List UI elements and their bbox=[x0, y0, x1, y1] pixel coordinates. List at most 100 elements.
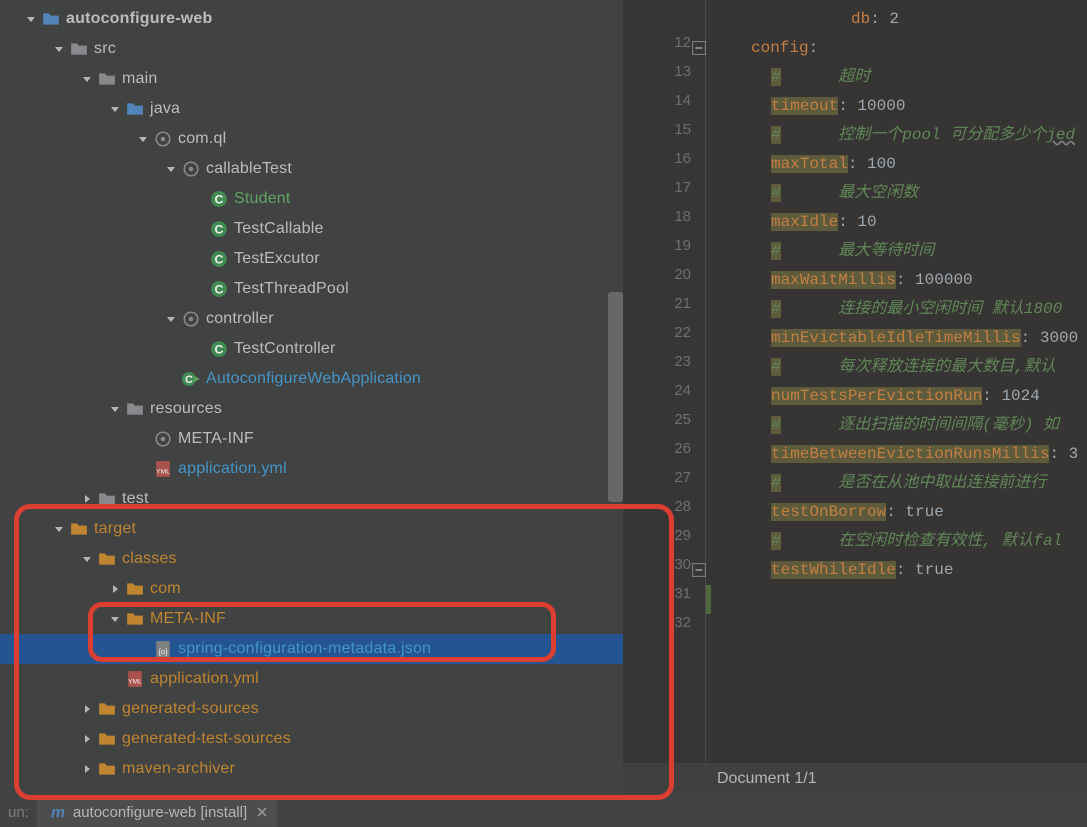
tree-row[interactable]: CTestExcutor bbox=[0, 244, 623, 274]
gutter-line-number[interactable]: 29 bbox=[631, 527, 691, 544]
code-line[interactable]: # 在空闲时检查有效性, 默认fal bbox=[771, 527, 1062, 556]
code-line[interactable]: # 超时 bbox=[771, 63, 870, 92]
gutter-line-number[interactable]: 18 bbox=[631, 208, 691, 225]
tree-row[interactable]: controller bbox=[0, 304, 623, 334]
code-line[interactable]: maxIdle: 10 bbox=[771, 208, 877, 237]
tree-row[interactable]: com.ql bbox=[0, 124, 623, 154]
code-line[interactable]: testOnBorrow: true bbox=[771, 498, 944, 527]
gutter-line-number[interactable]: 30 bbox=[631, 556, 691, 573]
tree-row[interactable]: CAutoconfigureWebApplication bbox=[0, 364, 623, 394]
chevron-down-icon[interactable] bbox=[164, 314, 178, 324]
gutter-line-number[interactable]: 23 bbox=[631, 353, 691, 370]
chevron-down-icon[interactable] bbox=[52, 524, 66, 534]
code-line[interactable]: # 最大空闲数 bbox=[771, 179, 918, 208]
chevron-down-icon[interactable] bbox=[80, 74, 94, 84]
gutter-line-number[interactable]: 20 bbox=[631, 266, 691, 283]
code-line[interactable]: maxWaitMillis: 100000 bbox=[771, 266, 973, 295]
code-token: : bbox=[870, 10, 889, 28]
class-icon: C bbox=[210, 280, 228, 298]
chevron-down-icon[interactable] bbox=[108, 104, 122, 114]
project-tree[interactable]: autoconfigure-web src mainjavacom.qlcallab… bbox=[0, 0, 623, 784]
gutter-line-number[interactable]: 16 bbox=[631, 150, 691, 167]
chevron-down-icon[interactable] bbox=[164, 164, 178, 174]
tree-row[interactable]: target bbox=[0, 514, 623, 544]
fold-toggle-icon[interactable] bbox=[692, 563, 706, 577]
gutter-line-number[interactable]: 26 bbox=[631, 440, 691, 457]
tree-row[interactable]: autoconfigure-web bbox=[0, 4, 623, 34]
current-line-highlight bbox=[711, 581, 1087, 610]
chevron-right-icon[interactable] bbox=[108, 584, 122, 594]
gutter-line-number[interactable]: 21 bbox=[631, 295, 691, 312]
code-line[interactable]: minEvictableIdleTimeMillis: 3000 bbox=[771, 324, 1078, 353]
gutter-line-number[interactable]: 22 bbox=[631, 324, 691, 341]
gutter-line-number[interactable]: 28 bbox=[631, 498, 691, 515]
tree-row[interactable]: com bbox=[0, 574, 623, 604]
tree-row[interactable]: YMLapplication.yml bbox=[0, 454, 623, 484]
tree-row[interactable]: test bbox=[0, 484, 623, 514]
gutter-line-number[interactable]: 27 bbox=[631, 469, 691, 486]
code-line[interactable]: numTestsPerEvictionRun: 1024 bbox=[771, 382, 1040, 411]
gutter-line-number[interactable]: 32 bbox=[631, 614, 691, 631]
code-line[interactable]: maxTotal: 100 bbox=[771, 150, 896, 179]
gutter-line-number[interactable]: 12 bbox=[631, 34, 691, 51]
run-tab[interactable]: m autoconfigure-web [install] bbox=[37, 797, 277, 827]
code-line[interactable]: timeBetweenEvictionRunsMillis: 3 bbox=[771, 440, 1078, 469]
gutter-line-number[interactable]: 25 bbox=[631, 411, 691, 428]
code-line[interactable]: timeout: 10000 bbox=[771, 92, 905, 121]
chevron-down-icon[interactable] bbox=[136, 134, 150, 144]
gutter-line-number[interactable]: 31 bbox=[631, 585, 691, 602]
code-token: maxWaitMillis bbox=[771, 271, 896, 289]
code-line[interactable]: config: bbox=[751, 34, 818, 63]
chevron-down-icon[interactable] bbox=[80, 554, 94, 564]
tree-row[interactable]: generated-test-sources bbox=[0, 724, 623, 754]
tree-item-label: src bbox=[94, 40, 116, 58]
tree-row[interactable]: CTestController bbox=[0, 334, 623, 364]
gutter-line-number[interactable]: 17 bbox=[631, 179, 691, 196]
tree-row[interactable]: META-INF bbox=[0, 604, 623, 634]
tree-row[interactable]: CStudent bbox=[0, 184, 623, 214]
tree-row[interactable]: classes bbox=[0, 544, 623, 574]
chevron-down-icon[interactable] bbox=[108, 614, 122, 624]
tree-row[interactable]: main bbox=[0, 64, 623, 94]
code-line[interactable]: # 控制一个pool 可分配多少个jed bbox=[771, 121, 1075, 150]
chevron-right-icon[interactable] bbox=[80, 734, 94, 744]
code-token: : bbox=[1021, 329, 1040, 347]
tree-row[interactable]: java bbox=[0, 94, 623, 124]
tree-row[interactable]: {o}spring-configuration-metadata.json bbox=[0, 634, 623, 664]
chevron-right-icon[interactable] bbox=[80, 764, 94, 774]
tree-row[interactable]: resources bbox=[0, 394, 623, 424]
gutter-line-number[interactable]: 24 bbox=[631, 382, 691, 399]
close-icon[interactable] bbox=[257, 804, 267, 821]
code-token: # bbox=[771, 532, 781, 550]
gutter-line-number[interactable]: 13 bbox=[631, 63, 691, 80]
chevron-down-icon[interactable] bbox=[108, 404, 122, 414]
project-tree-scrollbar[interactable] bbox=[608, 292, 623, 502]
code-token: 1024 bbox=[1001, 387, 1039, 405]
code-token bbox=[781, 416, 839, 434]
ide-root: { "project": { "name": "autoconfigure-we… bbox=[0, 0, 1087, 827]
tree-row[interactable]: generated-sources bbox=[0, 694, 623, 724]
code-line[interactable]: # 连接的最小空闲时间 默认1800 bbox=[771, 295, 1062, 324]
tree-row[interactable]: CTestThreadPool bbox=[0, 274, 623, 304]
gutter-line-number[interactable]: 15 bbox=[631, 121, 691, 138]
code-line[interactable]: # 是否在从池中取出连接前进行 bbox=[771, 469, 1046, 498]
code-line[interactable]: db: 2 bbox=[851, 5, 899, 34]
gutter-line-number[interactable]: 14 bbox=[631, 92, 691, 109]
fold-toggle-icon[interactable] bbox=[692, 41, 706, 55]
code-token: # bbox=[771, 242, 781, 260]
tree-row[interactable]: callableTest bbox=[0, 154, 623, 184]
code-line[interactable]: # 每次释放连接的最大数目,默认 bbox=[771, 353, 1056, 382]
tree-row[interactable]: META-INF bbox=[0, 424, 623, 454]
chevron-right-icon[interactable] bbox=[80, 704, 94, 714]
tree-row[interactable]: src bbox=[0, 34, 623, 64]
editor-fold-strip[interactable] bbox=[689, 0, 711, 794]
chevron-down-icon[interactable] bbox=[52, 44, 66, 54]
code-line[interactable]: # 最大等待时间 bbox=[771, 237, 934, 266]
chevron-down-icon[interactable] bbox=[24, 14, 38, 24]
tree-row[interactable]: CTestCallable bbox=[0, 214, 623, 244]
chevron-right-icon[interactable] bbox=[80, 494, 94, 504]
gutter-line-number[interactable]: 19 bbox=[631, 237, 691, 254]
tree-row[interactable]: maven-archiver bbox=[0, 754, 623, 784]
tree-row[interactable]: YMLapplication.yml bbox=[0, 664, 623, 694]
code-line[interactable]: # 逐出扫描的时间间隔(毫秒) 如 bbox=[771, 411, 1059, 440]
